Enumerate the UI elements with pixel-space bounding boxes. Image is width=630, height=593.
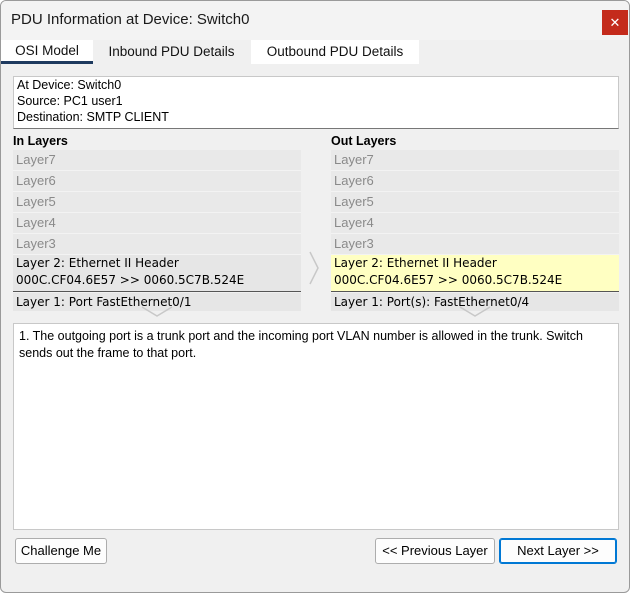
title-bar: PDU Information at Device: Switch0 ✕: [1, 1, 629, 41]
close-icon[interactable]: ✕: [610, 15, 621, 30]
out-layer-2-title: Layer 2: Ethernet II Header: [334, 256, 497, 270]
down-arrow-icon: [141, 306, 173, 317]
in-layer-3[interactable]: Layer3: [13, 234, 301, 255]
in-layers-heading: In Layers: [13, 134, 68, 148]
in-layers-list: Layer7 Layer6 Layer5 Layer4 Layer3 Layer…: [13, 150, 301, 311]
in-layer-2[interactable]: Layer 2: Ethernet II Header 000C.CF04.6E…: [13, 255, 301, 292]
previous-layer-button[interactable]: << Previous Layer: [375, 538, 495, 564]
tab-bar: OSI Model Inbound PDU Details Outbound P…: [1, 40, 629, 64]
in-layer-6[interactable]: Layer6: [13, 171, 301, 192]
description-box: 1. The outgoing port is a trunk port and…: [13, 323, 619, 530]
source-line: Source: PC1 user1: [17, 94, 123, 108]
in-layer-4[interactable]: Layer4: [13, 213, 301, 234]
out-layer-6[interactable]: Layer6: [331, 171, 619, 192]
down-arrow-icon: [459, 306, 491, 317]
out-layers-heading: Out Layers: [331, 134, 397, 148]
out-layer-5[interactable]: Layer5: [331, 192, 619, 213]
in-layer-2-title: Layer 2: Ethernet II Header: [16, 256, 179, 270]
close-button[interactable]: ✕: [602, 10, 628, 35]
in-layer-5[interactable]: Layer5: [13, 192, 301, 213]
in-layer-7[interactable]: Layer7: [13, 150, 301, 171]
out-layer-2-detail: 000C.CF04.6E57 >> 0060.5C7B.524E: [334, 273, 563, 287]
out-layer-7[interactable]: Layer7: [331, 150, 619, 171]
next-layer-button[interactable]: Next Layer >>: [499, 538, 617, 564]
tab-inbound-pdu-details[interactable]: Inbound PDU Details: [94, 40, 249, 64]
out-layer-3[interactable]: Layer3: [331, 234, 619, 255]
out-layer-4[interactable]: Layer4: [331, 213, 619, 234]
challenge-me-button[interactable]: Challenge Me: [15, 538, 107, 564]
window-title: PDU Information at Device: Switch0: [11, 11, 250, 28]
out-layer-2[interactable]: Layer 2: Ethernet II Header 000C.CF04.6E…: [331, 255, 619, 292]
out-layers-list: Layer7 Layer6 Layer5 Layer4 Layer3 Layer…: [331, 150, 619, 311]
right-arrow-icon: [309, 251, 319, 285]
device-info-box: At Device: Switch0 Source: PC1 user1 Des…: [13, 76, 619, 129]
in-layer-2-detail: 000C.CF04.6E57 >> 0060.5C7B.524E: [16, 273, 245, 287]
tab-osi-model[interactable]: OSI Model: [1, 40, 93, 64]
description-text: 1. The outgoing port is a trunk port and…: [19, 329, 583, 360]
device-line: At Device: Switch0: [17, 78, 122, 92]
pdu-info-window: PDU Information at Device: Switch0 ✕ OSI…: [0, 0, 630, 593]
destination-line: Destination: SMTP CLIENT: [17, 110, 169, 124]
tab-outbound-pdu-details[interactable]: Outbound PDU Details: [251, 40, 419, 64]
